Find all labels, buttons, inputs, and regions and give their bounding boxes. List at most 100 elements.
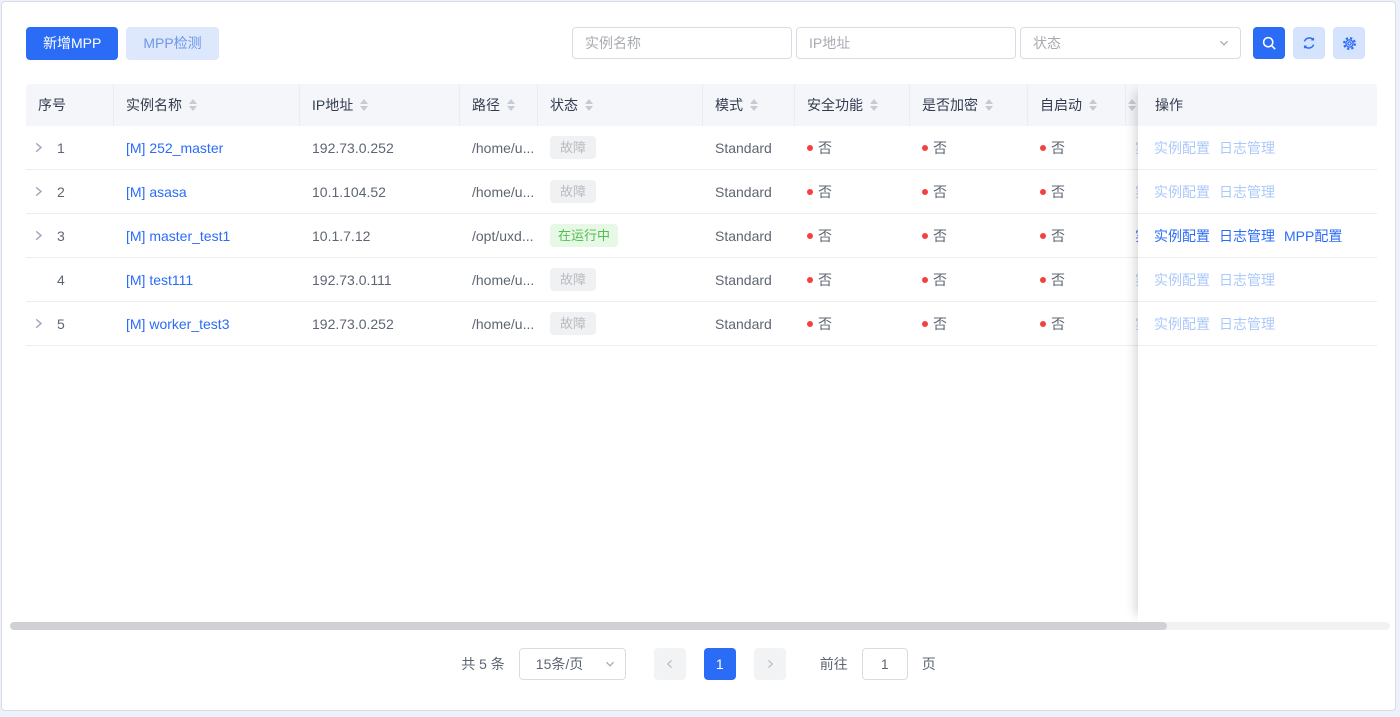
total-count-label: 共 5 条 <box>461 654 505 674</box>
action-link[interactable]: 实例配置 <box>1154 226 1210 246</box>
instance-name-input[interactable] <box>572 27 792 59</box>
horizontal-scrollbar-track[interactable] <box>10 622 1390 630</box>
red-dot-icon <box>807 321 813 327</box>
security-cell: 否 <box>795 182 910 202</box>
seq-cell: 3 <box>26 228 114 244</box>
column-header-6[interactable]: 安全功能 <box>795 84 910 126</box>
sort-caret-icon[interactable] <box>985 99 993 111</box>
status-cell: 故障 <box>538 180 703 203</box>
column-header-8[interactable]: 自启动 <box>1028 84 1126 126</box>
security-value: 否 <box>818 314 832 334</box>
column-header-5[interactable]: 模式 <box>703 84 795 126</box>
autostart-value: 否 <box>1051 270 1065 290</box>
encrypted-cell: 否 <box>910 270 1028 290</box>
path-cell: /home/u... <box>460 184 538 200</box>
status-badge: 故障 <box>550 180 596 203</box>
sort-caret-icon[interactable] <box>507 99 515 111</box>
instance-name-link[interactable]: [M] worker_test3 <box>126 316 229 332</box>
column-header-3[interactable]: 路径 <box>460 84 538 126</box>
column-header-label: IP地址 <box>312 95 353 115</box>
name-cell: [M] worker_test3 <box>114 316 300 332</box>
ip-value: 10.1.7.12 <box>312 228 370 244</box>
seq-cell: 5 <box>26 316 114 332</box>
column-header-1[interactable]: 实例名称 <box>114 84 300 126</box>
action-link: 实例配置 <box>1154 138 1210 158</box>
ip-cell: 192.73.0.252 <box>300 316 460 332</box>
goto-page-input[interactable] <box>862 648 908 680</box>
sort-caret-icon <box>1128 99 1136 111</box>
prev-page-button[interactable] <box>654 648 686 680</box>
expand-row-icon[interactable] <box>32 229 48 242</box>
mode-cell: Standard <box>703 228 795 244</box>
path-cell: /home/u... <box>460 272 538 288</box>
instance-name-link[interactable]: [M] 252_master <box>126 140 223 156</box>
chevron-down-icon <box>604 658 616 670</box>
mpp-instance-panel: 新增MPP MPP检测 状态 <box>1 1 1396 711</box>
mode-cell: Standard <box>703 316 795 332</box>
red-dot-icon <box>1040 189 1046 195</box>
action-link: 日志管理 <box>1219 314 1275 334</box>
red-dot-icon <box>922 233 928 239</box>
column-header-label: 路径 <box>472 95 500 115</box>
name-cell: [M] test111 <box>114 272 300 288</box>
expand-row-icon[interactable] <box>32 317 48 330</box>
add-mpp-button[interactable]: 新增MPP <box>26 27 118 60</box>
action-link[interactable]: 日志管理 <box>1219 226 1275 246</box>
sort-caret-icon[interactable] <box>870 99 878 111</box>
seq-cell: 1 <box>26 140 114 156</box>
column-header-0: 序号 <box>26 84 114 126</box>
row-index: 2 <box>57 184 65 200</box>
action-link[interactable]: MPP配置 <box>1284 226 1342 246</box>
sort-caret-icon[interactable] <box>750 99 758 111</box>
horizontal-scrollbar-thumb[interactable] <box>10 622 1167 630</box>
sort-caret-icon[interactable] <box>189 99 197 111</box>
page-unit-label: 页 <box>922 654 936 674</box>
action-link: 日志管理 <box>1219 182 1275 202</box>
refresh-button[interactable] <box>1293 27 1325 59</box>
autostart-cell: 否 <box>1028 138 1126 158</box>
ip-value: 192.73.0.252 <box>312 316 394 332</box>
column-header-label: 是否加密 <box>922 95 978 115</box>
security-value: 否 <box>818 226 832 246</box>
encrypted-cell: 否 <box>910 182 1028 202</box>
search-icon <box>1261 35 1278 52</box>
ip-address-input[interactable] <box>796 27 1016 59</box>
actions-row: 实例配置日志管理 <box>1138 170 1377 214</box>
autostart-value: 否 <box>1051 314 1065 334</box>
action-link: 日志管理 <box>1219 270 1275 290</box>
status-select[interactable]: 状态 <box>1020 27 1241 59</box>
column-header-4[interactable]: 状态 <box>538 84 703 126</box>
next-page-button[interactable] <box>754 648 786 680</box>
path-value: /opt/uxd... <box>472 228 533 244</box>
ip-value: 10.1.104.52 <box>312 184 386 200</box>
instance-name-link[interactable]: [M] asasa <box>126 184 187 200</box>
autostart-value: 否 <box>1051 226 1065 246</box>
sort-caret-icon[interactable] <box>1089 99 1097 111</box>
encrypted-value: 否 <box>933 314 947 334</box>
sort-caret-icon[interactable] <box>585 99 593 111</box>
sort-caret-icon[interactable] <box>360 99 368 111</box>
column-header-label: 状态 <box>550 95 578 115</box>
column-header-label: 实例名称 <box>126 95 182 115</box>
expand-row-icon[interactable] <box>32 141 48 154</box>
mode-cell: Standard <box>703 140 795 156</box>
settings-button[interactable] <box>1333 27 1365 59</box>
mode-cell: Standard <box>703 184 795 200</box>
column-header-7[interactable]: 是否加密 <box>910 84 1028 126</box>
action-link: 日志管理 <box>1219 138 1275 158</box>
search-button[interactable] <box>1253 27 1285 59</box>
page-size-select[interactable]: 15条/页 <box>519 648 626 680</box>
expand-row-icon[interactable] <box>32 185 48 198</box>
red-dot-icon <box>1040 233 1046 239</box>
instance-name-link[interactable]: [M] master_test1 <box>126 228 230 244</box>
actions-row: 实例配置日志管理 <box>1138 126 1377 170</box>
action-link: 实例配置 <box>1154 314 1210 334</box>
column-header-label: 操作 <box>1155 95 1183 115</box>
column-header-2[interactable]: IP地址 <box>300 84 460 126</box>
current-page-button[interactable]: 1 <box>704 648 736 680</box>
mpp-detect-button[interactable]: MPP检测 <box>126 27 218 60</box>
path-cell: /home/u... <box>460 140 538 156</box>
chevron-down-icon <box>1218 37 1230 49</box>
instance-name-link[interactable]: [M] test111 <box>126 272 193 288</box>
toolbar: 新增MPP MPP检测 状态 <box>26 26 1365 60</box>
